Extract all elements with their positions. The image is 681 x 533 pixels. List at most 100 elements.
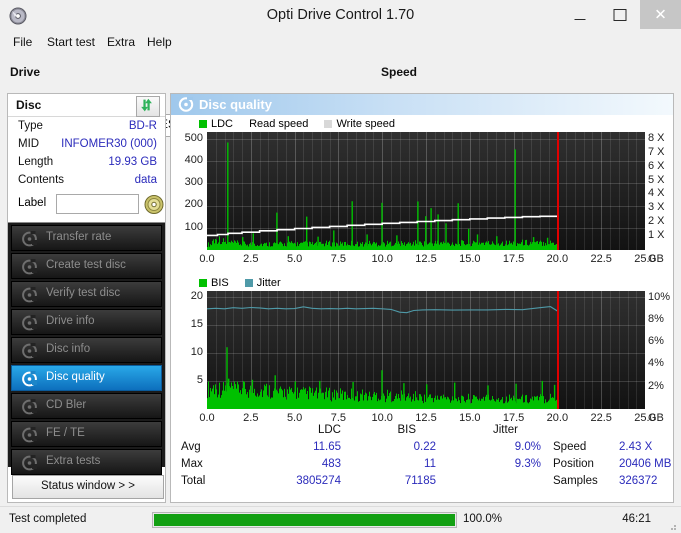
y-tick-left: 300: [184, 176, 203, 189]
value-jitter: 9.0%: [514, 441, 541, 453]
ldc-chart: [207, 132, 645, 250]
x-tick: 22.5: [590, 412, 612, 424]
series-bis: [207, 347, 557, 409]
nav-item-drive-info[interactable]: Drive info: [11, 309, 162, 335]
plot-area: [207, 132, 645, 250]
x-tick: 17.5: [502, 412, 525, 424]
legend-label-bis: BIS: [211, 277, 229, 289]
status-window-button[interactable]: Status window > >: [12, 475, 164, 499]
drive-label: Drive: [10, 65, 41, 79]
label-disc-button[interactable]: [143, 194, 165, 215]
plot-area: [207, 291, 645, 409]
scan-end-marker: [557, 291, 560, 409]
x-tick: 2.5: [243, 253, 259, 265]
y-tick-left: 500: [184, 131, 203, 144]
nav-item-label: Create test disc: [46, 259, 126, 271]
x-tick: 15.0: [459, 253, 481, 265]
menu-item-extra[interactable]: Extra: [100, 31, 142, 54]
status-bar: Test completed 100.0% 46:21: [0, 506, 681, 533]
field-value: 19.93 GB: [108, 156, 157, 168]
menu-item-start-test[interactable]: Start test: [40, 31, 102, 54]
status-window-label: Status window > >: [41, 480, 135, 492]
y-tick-right: 10%: [648, 290, 671, 303]
x-tick: 12.5: [415, 412, 437, 424]
y-tick-right: 2%: [648, 379, 664, 392]
y-tick-right: 6%: [648, 335, 664, 348]
disc-quality-panel: Disc quality LDC Read speed Write speed …: [170, 93, 674, 533]
scan-end-marker: [557, 132, 560, 250]
x-tick: 7.5: [330, 412, 347, 424]
nav-item-transfer-rate[interactable]: Transfer rate: [11, 225, 162, 251]
x-axis-unit: GB: [648, 253, 664, 265]
y-tick-left: 100: [184, 220, 203, 233]
x-tick: 17.5: [502, 253, 525, 265]
x-tick: 5.0: [286, 253, 303, 265]
y-tick-right: 4 X: [648, 187, 665, 200]
info-label: Speed: [553, 441, 587, 453]
x-tick: 5.0: [286, 412, 303, 424]
disc-icon: [22, 259, 37, 275]
resize-grip-icon[interactable]: [667, 521, 677, 531]
y-tick-right: 2 X: [648, 215, 665, 228]
x-tick: 2.5: [243, 412, 259, 424]
y-tick-right: 8 X: [648, 131, 665, 144]
nav-item-create-test-disc[interactable]: Create test disc: [11, 253, 162, 279]
nav-item-label: FE / TE: [46, 427, 85, 439]
nav-item-extra-tests[interactable]: Extra tests: [11, 449, 162, 475]
disc-field-contents: Contents data: [8, 174, 165, 190]
bis-chart-legend: BIS Jitter: [199, 277, 294, 289]
x-tick: 20.0: [546, 412, 569, 424]
disc-icon: [22, 231, 37, 247]
nav-item-label: CD Bler: [46, 399, 87, 411]
menu-item-help[interactable]: Help: [140, 31, 179, 54]
nav-item-label: Extra tests: [46, 455, 101, 467]
elapsed-time: 46:21: [622, 513, 651, 525]
disc-refresh-button[interactable]: [136, 96, 160, 117]
minimize-button[interactable]: [560, 0, 600, 29]
y-tick-left: 20: [190, 289, 203, 302]
column-header-bis: BIS: [397, 424, 416, 436]
disc-icon: [22, 343, 37, 359]
x-tick: 7.5: [330, 253, 347, 265]
nav-item-label: Drive info: [46, 315, 95, 327]
disc-field-type: Type BD-R: [8, 120, 165, 136]
speed-label: Speed: [381, 65, 418, 79]
disc-icon: [22, 455, 37, 471]
y-tick-left: 10: [190, 345, 203, 358]
disc-label-row: Label: [8, 194, 165, 216]
menu-item-file[interactable]: File: [6, 31, 39, 54]
y-tick-right: 7 X: [648, 145, 665, 158]
value-ldc: 11.65: [313, 441, 341, 453]
y-tick-left: 400: [184, 153, 203, 166]
disc-icon: [22, 315, 37, 331]
row-label: Max: [181, 458, 203, 470]
disc-field-mid: MID INFOMER30 (000): [8, 138, 165, 154]
value-bis: 71185: [404, 475, 436, 487]
series-jitter: [207, 306, 558, 314]
maximize-button[interactable]: [600, 0, 640, 29]
label-input[interactable]: [56, 194, 139, 214]
info-value: 20406 MB: [619, 458, 672, 470]
nav-item-label: Transfer rate: [46, 231, 112, 243]
close-button[interactable]: ✕: [640, 0, 681, 29]
x-tick: 20.0: [546, 253, 569, 265]
nav-item-disc-quality[interactable]: Disc quality: [11, 365, 162, 391]
disc-icon: [144, 195, 164, 214]
legend-swatch-ldc: [199, 120, 207, 128]
field-key: Type: [18, 120, 43, 132]
disc-icon: [22, 287, 37, 303]
nav-item-disc-info[interactable]: Disc info: [11, 337, 162, 363]
nav-item-verify-test-disc[interactable]: Verify test disc: [11, 281, 162, 307]
menu-bar: File Start test Extra Help: [0, 31, 681, 54]
disc-panel-title: Disc: [16, 98, 42, 112]
ldc-chart-legend: LDC Read speed Write speed: [199, 118, 408, 130]
x-tick: 10.0: [371, 412, 393, 424]
column-header-jitter: Jitter: [493, 424, 518, 436]
y-tick-right: 3 X: [648, 201, 665, 214]
nav-item-fe-te[interactable]: FE / TE: [11, 421, 162, 447]
legend-label-jitter: Jitter: [256, 277, 281, 289]
title-bar: Opti Drive Control 1.70 ✕: [0, 0, 681, 32]
nav-item-cd-bler[interactable]: CD Bler: [11, 393, 162, 419]
row-label: Total: [181, 475, 206, 487]
progress-percent: 100.0%: [463, 513, 503, 525]
